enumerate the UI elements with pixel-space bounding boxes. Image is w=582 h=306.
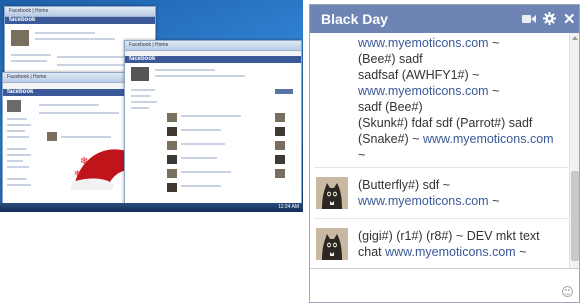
taskbar: 11:24 AM: [0, 203, 303, 212]
message-text: ~: [358, 148, 366, 162]
scroll-up-arrow-icon[interactable]: [572, 36, 578, 40]
avatar: [316, 177, 348, 209]
message-scrollbar[interactable]: [569, 33, 579, 268]
message-link[interactable]: www.myemoticons.com: [358, 36, 489, 50]
message-link[interactable]: www.myemoticons.com: [358, 84, 489, 98]
message-line: (gigi#) (r1#) (r8#) ~ DEV mkt text: [358, 228, 540, 244]
message-text: sadfsaf (AWHFY1#) ~: [358, 68, 480, 82]
cat-avatar-image: [316, 228, 348, 260]
chat-title: Black Day: [321, 11, 388, 27]
facebook-logo: facebook: [9, 17, 36, 23]
window-caption: Facebook | Home: [7, 74, 47, 80]
message-text: (gigi#) (r1#) (r8#) ~ DEV mkt text: [358, 229, 540, 243]
video-icon[interactable]: [522, 14, 536, 24]
message-text: (Snake#) ~: [358, 132, 423, 146]
chat-window: Black Day ✕ www.myemoticons.com ~ (Bee#) …: [309, 4, 580, 303]
message-text: (Butterfly#) sdf ~: [358, 178, 451, 192]
message-group: www.myemoticons.com ~ (Bee#) sadf sadfsaf …: [310, 33, 569, 167]
facebook-logo: facebook: [129, 56, 156, 62]
message-line: www.myemoticons.com ~: [358, 35, 499, 51]
chat-message-input[interactable]: [314, 273, 558, 301]
message-line: (Bee#) sadf: [358, 51, 423, 67]
facebook-logo: facebook: [7, 89, 34, 95]
window-caption: Facebook | Home: [9, 8, 49, 14]
close-icon[interactable]: ✕: [563, 10, 576, 28]
chat-composer: [310, 268, 579, 302]
message-divider: [314, 167, 569, 168]
message-link[interactable]: www.myemoticons.com: [358, 194, 489, 208]
message-text: (Bee#) sadf: [358, 52, 423, 66]
message-link[interactable]: www.myemoticons.com: [423, 132, 554, 146]
message-line: (Skunk#) fdaf sdf (Parrot#) sadf: [358, 115, 532, 131]
message-line: www.myemoticons.com ~: [358, 83, 499, 99]
browser-window-right: Facebook | Home facebook: [124, 40, 302, 210]
message-group: (Butterfly#) sdf ~ www.myemoticons.com ~: [310, 171, 569, 217]
scroll-thumb[interactable]: [571, 171, 579, 261]
message-text: ~: [488, 36, 500, 50]
message-line: sadf (Bee#): [358, 99, 423, 115]
taskbar-clock: 11:24 AM: [278, 204, 299, 210]
message-text: ~: [488, 194, 500, 208]
message-divider: [314, 218, 569, 219]
cat-avatar-image: [316, 177, 348, 209]
message-line: ~: [358, 147, 365, 163]
message-text: sadf (Bee#): [358, 100, 423, 114]
chat-header[interactable]: Black Day ✕: [310, 5, 579, 33]
message-group: (gigi#) (r1#) (r8#) ~ DEV mkt text chat w…: [310, 222, 569, 268]
message-line: (Butterfly#) sdf ~: [358, 177, 450, 193]
svg-text:❄: ❄: [80, 156, 88, 167]
message-text: ~: [488, 84, 500, 98]
emoticon-icon[interactable]: [562, 286, 573, 297]
message-text: ~: [515, 245, 527, 259]
svg-text:❄: ❄: [74, 169, 81, 178]
message-line: chat www.myemoticons.com ~: [358, 244, 526, 260]
window-caption: Facebook | Home: [129, 42, 169, 48]
message-link[interactable]: www.myemoticons.com: [385, 245, 516, 259]
gear-icon[interactable]: [543, 12, 556, 25]
message-line: (Snake#) ~ www.myemoticons.com: [358, 131, 554, 147]
message-text: (Skunk#) fdaf sdf (Parrot#) sadf: [358, 116, 533, 130]
message-line: sadfsaf (AWHFY1#) ~: [358, 67, 479, 83]
desktop-screenshot: Facebook | Home facebook Facebook | Home…: [0, 0, 303, 212]
message-line: www.myemoticons.com ~: [358, 193, 499, 209]
avatar: [316, 228, 348, 260]
message-text: chat: [358, 245, 386, 259]
message-list: www.myemoticons.com ~ (Bee#) sadf sadfsaf …: [310, 33, 569, 268]
